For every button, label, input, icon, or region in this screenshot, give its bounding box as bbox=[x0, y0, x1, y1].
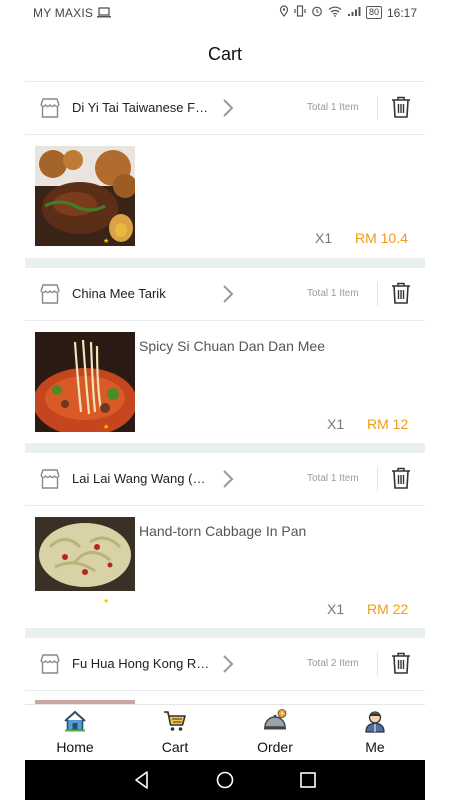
item-quantity: X1 bbox=[327, 601, 345, 617]
trash-icon[interactable] bbox=[391, 652, 411, 674]
food-image[interactable]: ★ bbox=[35, 146, 135, 246]
store-icon bbox=[40, 284, 60, 304]
food-image[interactable]: ★ bbox=[35, 517, 135, 617]
store-section: Di Yi Tai Taiwanese Food Total 1 Item ★ … bbox=[25, 82, 425, 262]
store-item-total: Total 1 Item bbox=[307, 288, 359, 299]
nav-cart[interactable]: Cart bbox=[125, 705, 225, 761]
section-gap bbox=[25, 628, 425, 638]
chevron-right-icon[interactable] bbox=[221, 282, 235, 306]
item-name[interactable]: Hand-torn Cabbage In Pan bbox=[139, 523, 306, 539]
store-section: Fu Hua Hong Kong Rest... Total 2 Item bbox=[25, 638, 425, 704]
store-icon bbox=[40, 469, 60, 489]
nav-label: Me bbox=[365, 739, 385, 755]
item-quantity: X1 bbox=[315, 230, 333, 246]
store-name[interactable]: Di Yi Tai Taiwanese Food bbox=[72, 100, 214, 115]
app-frame: MY MAXIS 80 16:17 Cart Di Yi Tai Taiwane… bbox=[25, 0, 425, 800]
nav-label: Order bbox=[257, 739, 293, 755]
svg-text:★: ★ bbox=[103, 237, 109, 245]
home-icon bbox=[64, 710, 86, 732]
store-row[interactable]: Fu Hua Hong Kong Rest... Total 2 Item bbox=[25, 638, 425, 691]
divider bbox=[377, 467, 378, 491]
nav-label: Cart bbox=[161, 739, 189, 755]
divider bbox=[377, 96, 378, 120]
page-header: Cart bbox=[25, 26, 425, 82]
svg-text:★: ★ bbox=[103, 423, 109, 431]
home-button-icon[interactable] bbox=[216, 770, 234, 790]
trash-icon[interactable] bbox=[391, 282, 411, 304]
store-row[interactable]: Lai Lai Wang Wang (Kuc... Total 1 Item bbox=[25, 453, 425, 506]
cart-item[interactable]: ★ Spicy Si Chuan Dan Dan Mee X1 RM 12 bbox=[25, 320, 425, 448]
laptop-icon bbox=[97, 7, 111, 21]
store-section: China Mee Tarik Total 1 Item ★ Spicy Si … bbox=[25, 268, 425, 444]
store-row[interactable]: Di Yi Tai Taiwanese Food Total 1 Item bbox=[25, 82, 425, 135]
nav-order[interactable]: Order bbox=[225, 705, 325, 761]
battery-indicator: 80 bbox=[365, 6, 382, 19]
clock: 16:17 bbox=[386, 5, 417, 20]
bottom-nav: Home Cart Order Me bbox=[25, 704, 425, 761]
store-name[interactable]: Lai Lai Wang Wang (Kuc... bbox=[72, 471, 214, 486]
store-icon bbox=[40, 98, 60, 118]
divider bbox=[377, 652, 378, 676]
svg-text:★: ★ bbox=[103, 597, 109, 605]
system-nav-bar bbox=[25, 760, 425, 800]
item-price: RM 22 bbox=[367, 601, 409, 617]
trash-icon[interactable] bbox=[391, 96, 411, 118]
store-section: Lai Lai Wang Wang (Kuc... Total 1 Item ★… bbox=[25, 453, 425, 629]
store-item-total: Total 2 Item bbox=[307, 658, 359, 669]
back-icon[interactable] bbox=[133, 770, 151, 790]
recents-icon[interactable] bbox=[299, 770, 317, 790]
item-quantity: X1 bbox=[327, 416, 345, 432]
food-image[interactable]: ★ bbox=[35, 332, 135, 432]
chevron-right-icon[interactable] bbox=[221, 467, 235, 491]
store-item-total: Total 1 Item bbox=[307, 102, 359, 113]
order-icon bbox=[264, 709, 287, 730]
wifi-icon bbox=[328, 5, 342, 20]
chevron-right-icon[interactable] bbox=[221, 96, 235, 120]
vibrate-icon bbox=[294, 5, 306, 20]
chevron-right-icon[interactable] bbox=[221, 652, 235, 676]
store-item-total: Total 1 Item bbox=[307, 473, 359, 484]
store-row[interactable]: China Mee Tarik Total 1 Item bbox=[25, 268, 425, 321]
location-icon bbox=[279, 5, 289, 20]
store-name[interactable]: China Mee Tarik bbox=[72, 286, 166, 301]
page-title: Cart bbox=[207, 44, 242, 64]
section-gap bbox=[25, 443, 425, 453]
item-price: RM 10.4 bbox=[355, 230, 408, 246]
trash-icon[interactable] bbox=[391, 467, 411, 489]
nav-home[interactable]: Home bbox=[25, 705, 125, 761]
cart-item[interactable]: ★ X1 RM 10.4 bbox=[25, 134, 425, 262]
alarm-icon bbox=[311, 5, 323, 20]
section-gap bbox=[25, 258, 425, 268]
profile-icon bbox=[365, 711, 385, 733]
item-name[interactable]: Spicy Si Chuan Dan Dan Mee bbox=[139, 338, 325, 354]
carrier-label: MY MAXIS bbox=[33, 6, 94, 20]
divider bbox=[377, 282, 378, 306]
cart-item[interactable]: ★ Hand-torn Cabbage In Pan X1 RM 22 bbox=[25, 505, 425, 633]
signal-icon bbox=[347, 5, 361, 20]
cart-icon bbox=[164, 711, 186, 731]
store-name[interactable]: Fu Hua Hong Kong Rest... bbox=[72, 656, 214, 671]
nav-me[interactable]: Me bbox=[325, 705, 425, 761]
nav-label: Home bbox=[56, 739, 94, 755]
status-bar: MY MAXIS 80 16:17 bbox=[25, 0, 425, 26]
store-icon bbox=[40, 654, 60, 674]
item-price: RM 12 bbox=[367, 416, 409, 432]
